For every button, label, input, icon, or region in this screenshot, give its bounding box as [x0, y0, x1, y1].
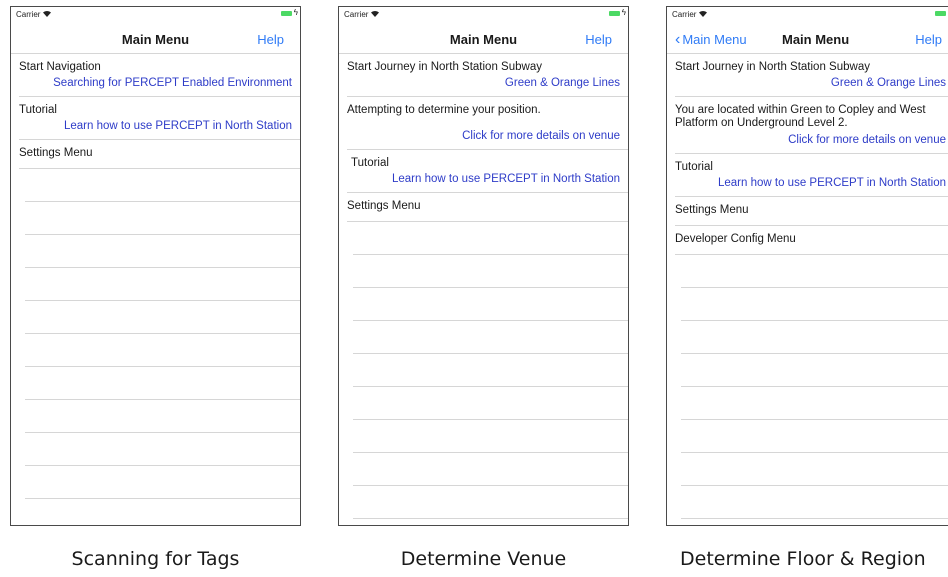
back-button[interactable]: ‹ Main Menu [675, 30, 747, 48]
back-button-label: Main Menu [682, 32, 747, 47]
carrier-label: Carrier [672, 10, 697, 19]
empty-row [25, 466, 300, 499]
empty-row [681, 321, 948, 354]
start-navigation-label: Start Navigation [19, 61, 101, 73]
empty-row [25, 433, 300, 466]
empty-row [353, 387, 628, 420]
empty-row [25, 400, 300, 433]
developer-config-label: Developer Config Menu [675, 233, 796, 245]
nav-bar: Main Menu Help [339, 23, 628, 54]
empty-row [25, 202, 300, 235]
empty-row [353, 420, 628, 453]
caption-floor-region: Determine Floor & Region [680, 548, 926, 570]
tutorial-row[interactable]: Tutorial Learn how to use PERCEPT in Nor… [675, 154, 948, 197]
nav-bar: ‹ Main Menu Main Menu Help [667, 23, 948, 54]
lines-label: Green & Orange Lines [504, 77, 620, 89]
empty-row [681, 288, 948, 321]
charging-icon: ϟ [621, 8, 626, 17]
caption-venue: Determine Venue [400, 548, 567, 570]
developer-config-row[interactable]: Developer Config Menu [675, 226, 948, 255]
chevron-left-icon: ‹ [675, 30, 681, 48]
empty-row [681, 453, 948, 486]
wifi-icon [43, 10, 51, 17]
settings-menu-row[interactable]: Settings Menu [347, 193, 628, 222]
empty-row [353, 354, 628, 387]
settings-menu-label: Settings Menu [347, 200, 421, 212]
empty-row [681, 486, 948, 519]
start-journey-row[interactable]: Start Journey in North Station Subway Gr… [347, 54, 628, 97]
empty-row [25, 169, 300, 202]
tutorial-subtitle: Learn how to use PERCEPT in North Statio… [64, 120, 292, 132]
location-line-2: Platform on Underground Level 2. [675, 117, 848, 129]
settings-menu-label: Settings Menu [675, 204, 749, 216]
empty-row [681, 354, 948, 387]
tutorial-row[interactable]: Tutorial Learn how to use PERCEPT in Nor… [347, 150, 628, 193]
venue-details-link[interactable]: Click for more details on venue [347, 126, 628, 149]
location-status: You are located within Green to Copley a… [675, 97, 948, 130]
empty-row [25, 268, 300, 301]
status-bar: Carrier [667, 7, 948, 23]
start-journey-label: Start Journey in North Station Subway [675, 61, 870, 73]
position-status: Attempting to determine your position. [347, 104, 541, 116]
start-navigation-row[interactable]: Start Navigation Searching for PERCEPT E… [19, 54, 300, 97]
nav-bar: Main Menu Help [11, 23, 300, 54]
empty-row [25, 367, 300, 400]
empty-row [25, 235, 300, 268]
tutorial-label: Tutorial [675, 161, 713, 173]
start-journey-label: Start Journey in North Station Subway [347, 61, 542, 73]
status-bar: Carrier ϟ [11, 7, 300, 23]
tutorial-label: Tutorial [351, 157, 389, 169]
empty-row [353, 222, 628, 255]
empty-row [681, 387, 948, 420]
charging-icon: ϟ [293, 8, 298, 17]
battery-icon [935, 11, 946, 16]
empty-row [25, 499, 300, 525]
phone-screen-floor-region: Carrier ‹ Main Menu Main Menu Help Start… [666, 6, 948, 526]
wifi-icon [699, 10, 707, 17]
carrier-label: Carrier [16, 10, 41, 19]
empty-row [353, 486, 628, 519]
wifi-icon [371, 10, 379, 17]
empty-row [25, 301, 300, 334]
tutorial-label: Tutorial [19, 104, 57, 116]
help-button[interactable]: Help [915, 32, 942, 47]
tutorial-subtitle: Learn how to use PERCEPT in North Statio… [718, 177, 946, 189]
empty-row [25, 334, 300, 367]
caption-scanning: Scanning for Tags [71, 548, 240, 570]
status-bar: Carrier ϟ [339, 7, 628, 23]
phone-screen-venue: Carrier ϟ Main Menu Help Start Journey i… [338, 6, 629, 526]
empty-row [681, 255, 948, 288]
empty-row [353, 255, 628, 288]
settings-menu-row[interactable]: Settings Menu [675, 197, 948, 226]
help-button[interactable]: Help [585, 32, 612, 47]
tutorial-subtitle: Learn how to use PERCEPT in North Statio… [392, 173, 620, 185]
searching-status: Searching for PERCEPT Enabled Environmen… [53, 77, 292, 89]
location-line-1: You are located within Green to Copley a… [675, 104, 926, 116]
battery-icon [281, 11, 292, 16]
start-journey-row[interactable]: Start Journey in North Station Subway Gr… [675, 54, 948, 97]
battery-icon [609, 11, 620, 16]
settings-menu-label: Settings Menu [19, 147, 93, 159]
venue-details-row[interactable]: Attempting to determine your position. C… [347, 97, 628, 150]
empty-row [353, 453, 628, 486]
tutorial-row[interactable]: Tutorial Learn how to use PERCEPT in Nor… [19, 97, 300, 140]
venue-details-link[interactable]: Click for more details on venue [675, 130, 948, 153]
venue-details-row[interactable]: You are located within Green to Copley a… [675, 97, 948, 154]
settings-menu-row[interactable]: Settings Menu [19, 140, 300, 169]
empty-row [681, 420, 948, 453]
help-button[interactable]: Help [257, 32, 284, 47]
carrier-label: Carrier [344, 10, 369, 19]
empty-row [353, 321, 628, 354]
lines-label: Green & Orange Lines [830, 77, 946, 89]
empty-row [353, 288, 628, 321]
phone-screen-scanning: Carrier ϟ Main Menu Help Start Navigatio… [10, 6, 301, 526]
